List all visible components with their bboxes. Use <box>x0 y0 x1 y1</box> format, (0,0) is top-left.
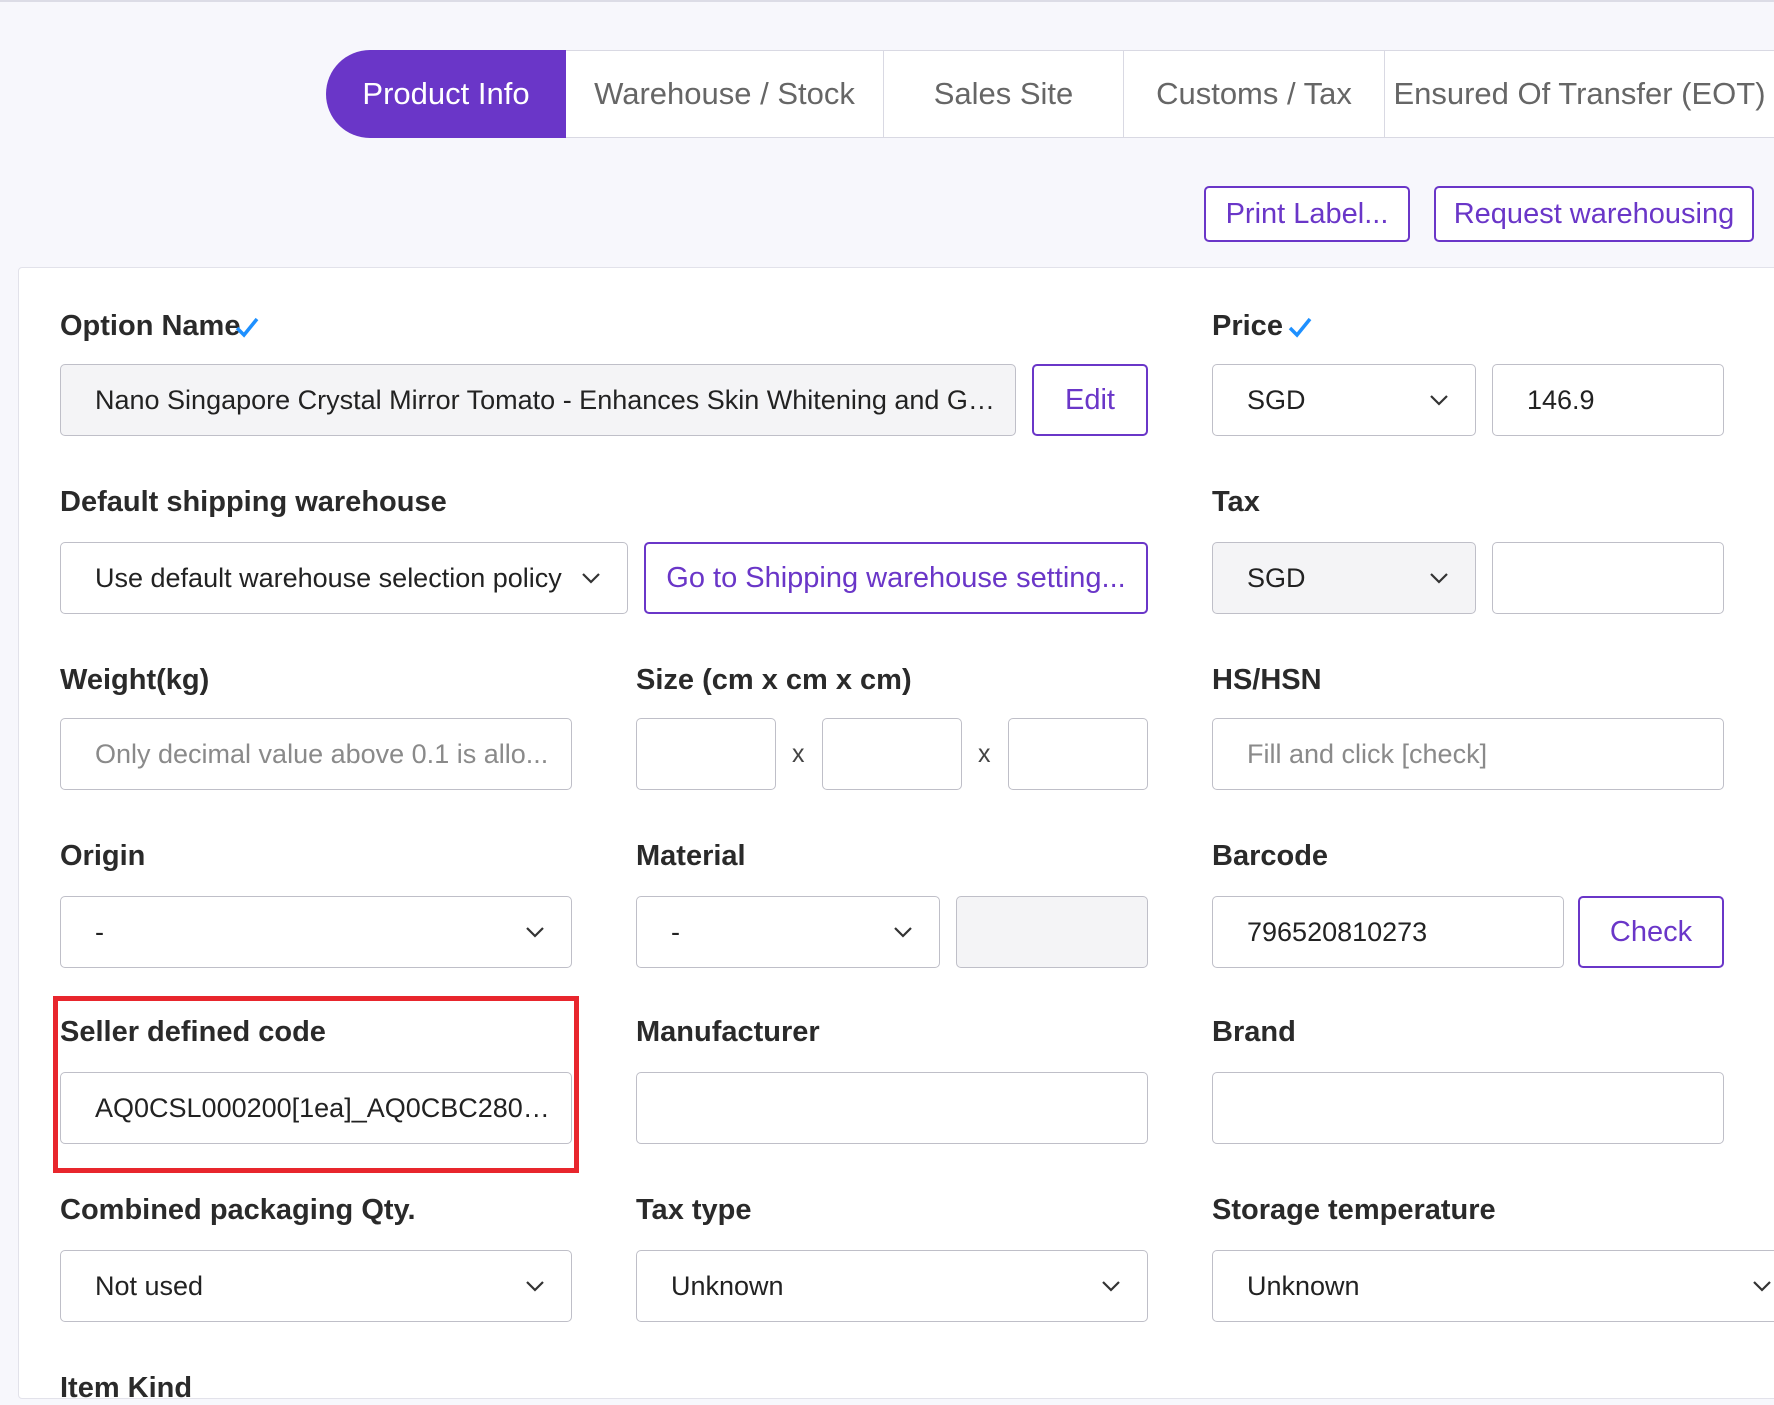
origin-label: Origin <box>60 840 146 872</box>
storage-temperature-select[interactable]: Unknown <box>1212 1250 1774 1322</box>
chevron-down-icon <box>1753 1281 1771 1292</box>
goto-shipping-warehouse-setting-button[interactable]: Go to Shipping warehouse setting... <box>644 542 1148 614</box>
tab-product-info[interactable]: Product Info <box>326 50 566 138</box>
tab-label: Ensured Of Transfer (EOT) <box>1393 76 1766 111</box>
manufacturer-label: Manufacturer <box>636 1016 820 1048</box>
chevron-down-icon <box>582 573 600 584</box>
price-currency-select[interactable]: SGD <box>1212 364 1476 436</box>
tax-type-select[interactable]: Unknown <box>636 1250 1148 1322</box>
material-detail-input[interactable] <box>956 896 1148 968</box>
tab-label: Warehouse / Stock <box>594 76 855 111</box>
weight-input[interactable]: Only decimal value above 0.1 is allo... <box>60 718 572 790</box>
size-separator: x <box>792 740 805 768</box>
tab-bar: Product Info Warehouse / Stock Sales Sit… <box>326 50 1774 138</box>
option-name-value: Nano Singapore Crystal Mirror Tomato - E… <box>95 384 1009 415</box>
item-kind-label: Item Kind <box>60 1372 193 1404</box>
product-info-panel <box>18 267 1774 1399</box>
seller-defined-code-value: AQ0CSL000200[1ea]_AQ0CBC28080... <box>95 1092 571 1123</box>
chevron-down-icon <box>1102 1281 1120 1292</box>
origin-value: - <box>95 916 104 947</box>
default-shipping-warehouse-value: Use default warehouse selection policy <box>95 562 562 593</box>
checkmark-icon <box>235 317 259 338</box>
storage-temperature-value: Unknown <box>1247 1270 1360 1301</box>
weight-placeholder: Only decimal value above 0.1 is allo... <box>95 738 549 769</box>
barcode-value: 796520810273 <box>1247 916 1428 947</box>
tax-type-label: Tax type <box>636 1194 752 1226</box>
storage-temperature-label: Storage temperature <box>1212 1194 1496 1226</box>
material-select[interactable]: - <box>636 896 940 968</box>
tab-label: Product Info <box>362 76 530 111</box>
request-warehousing-button[interactable]: Request warehousing <box>1434 186 1754 242</box>
chevron-down-icon <box>894 927 912 938</box>
combined-packaging-value: Not used <box>95 1270 204 1301</box>
tab-warehouse-stock[interactable]: Warehouse / Stock <box>566 50 884 138</box>
size-width-input[interactable] <box>822 718 962 790</box>
print-label-button[interactable]: Print Label... <box>1204 186 1410 242</box>
tax-input[interactable] <box>1492 542 1724 614</box>
size-height-input[interactable] <box>1008 718 1148 790</box>
chevron-down-icon <box>526 927 544 938</box>
origin-select[interactable]: - <box>60 896 572 968</box>
tab-label: Customs / Tax <box>1156 76 1352 111</box>
brand-input[interactable] <box>1212 1072 1724 1144</box>
brand-label: Brand <box>1212 1016 1296 1048</box>
chevron-down-icon <box>526 1281 544 1292</box>
edit-button[interactable]: Edit <box>1032 364 1148 436</box>
default-shipping-warehouse-select[interactable]: Use default warehouse selection policy <box>60 542 628 614</box>
seller-defined-code-input[interactable]: AQ0CSL000200[1ea]_AQ0CBC28080... <box>60 1072 572 1144</box>
barcode-input[interactable]: 796520810273 <box>1212 896 1564 968</box>
tab-eot[interactable]: Ensured Of Transfer (EOT) <box>1385 50 1774 138</box>
tab-sales-site[interactable]: Sales Site <box>884 50 1124 138</box>
default-shipping-warehouse-label: Default shipping warehouse <box>60 486 447 518</box>
barcode-label: Barcode <box>1212 840 1329 872</box>
tax-currency-select[interactable]: SGD <box>1212 542 1476 614</box>
combined-packaging-select[interactable]: Not used <box>60 1250 572 1322</box>
tax-label: Tax <box>1212 486 1260 518</box>
hs-placeholder: Fill and click [check] <box>1247 738 1488 769</box>
combined-packaging-label: Combined packaging Qty. <box>60 1194 416 1226</box>
option-name-label: Option Name <box>60 310 241 342</box>
seller-defined-code-label: Seller defined code <box>60 1016 326 1048</box>
hs-input[interactable]: Fill and click [check] <box>1212 718 1724 790</box>
price-label: Price <box>1212 310 1283 342</box>
weight-label: Weight(kg) <box>60 664 210 696</box>
checkmark-icon <box>1288 317 1312 338</box>
material-label: Material <box>636 840 746 872</box>
size-label: Size (cm x cm x cm) <box>636 664 912 696</box>
hs-label: HS/HSN <box>1212 664 1322 696</box>
tab-customs-tax[interactable]: Customs / Tax <box>1124 50 1385 138</box>
manufacturer-input[interactable] <box>636 1072 1148 1144</box>
price-value: 146.9 <box>1527 384 1595 415</box>
price-input[interactable]: 146.9 <box>1492 364 1724 436</box>
chevron-down-icon <box>1430 573 1448 584</box>
top-divider <box>0 0 1774 2</box>
size-separator: x <box>978 740 991 768</box>
tab-label: Sales Site <box>933 76 1074 111</box>
barcode-check-button[interactable]: Check <box>1578 896 1724 968</box>
tax-type-value: Unknown <box>671 1270 784 1301</box>
chevron-down-icon <box>1430 395 1448 406</box>
option-name-field[interactable]: Nano Singapore Crystal Mirror Tomato - E… <box>60 364 1016 436</box>
size-length-input[interactable] <box>636 718 776 790</box>
